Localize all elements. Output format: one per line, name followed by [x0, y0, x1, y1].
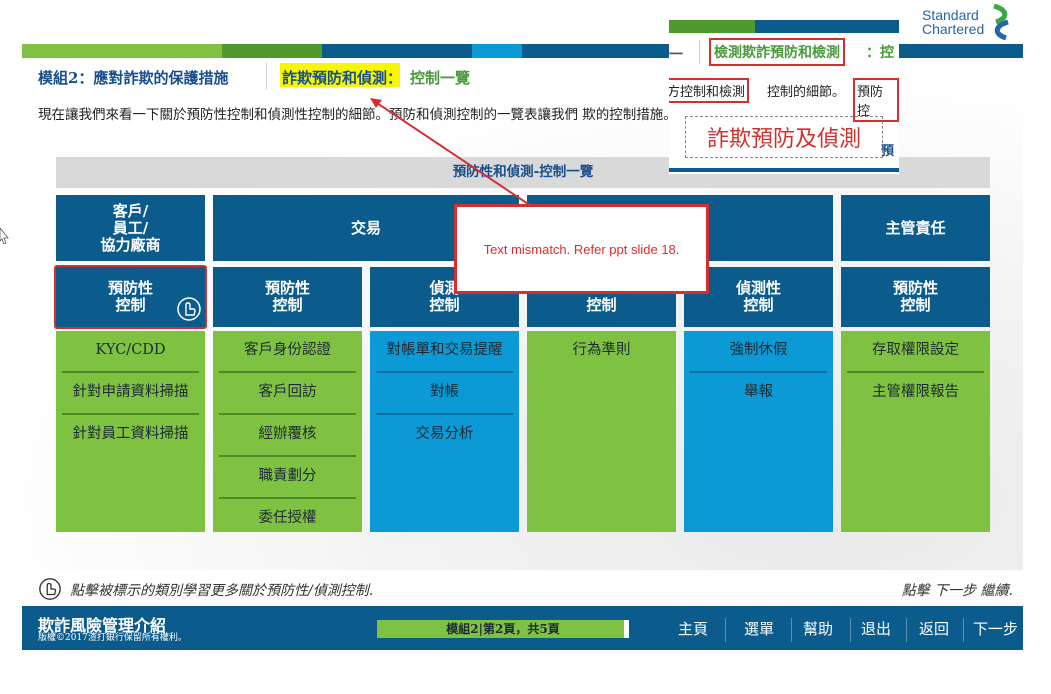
overlay-tail: 預	[881, 144, 895, 159]
subheader-label: 預防性 控制	[107, 279, 153, 314]
nav-separator	[850, 618, 851, 642]
top-stripe-green-dark	[222, 44, 322, 58]
overlay-line-mid: 控制的細節。	[767, 85, 846, 100]
intro-text: 現在讓我們來看一下關於預防性控制和偵測性控制的細節。預防和偵測控制的一覽表讓我們…	[38, 107, 677, 123]
overlay-separator	[699, 40, 700, 64]
overlay-bottom-bar	[669, 168, 899, 172]
overlay-title-suffix: ：控	[866, 45, 894, 61]
list-item: 職責劃分	[219, 457, 356, 499]
list-item: 存取權限設定	[847, 331, 984, 373]
list-item: 強制休假	[690, 331, 827, 373]
module-title: 模組2：應對詐欺的保護措施	[38, 69, 229, 87]
nav-home[interactable]: 主頁	[678, 618, 708, 639]
top-stripe-cyan	[472, 44, 522, 58]
group-customer-label: 客戶/ 員工/ 協力廠商	[100, 201, 161, 254]
nav-help[interactable]: 幫助	[803, 618, 833, 639]
hand-pointer-icon	[39, 578, 61, 600]
column-transaction-preventive: 客戶身份認證 客戶回訪 經辦覆核 職責劃分 委任授權	[213, 331, 362, 532]
list-item: KYC/CDD	[62, 331, 199, 373]
list-item: 行為準則	[572, 342, 631, 358]
top-stripe-green-light	[22, 44, 222, 58]
list-item: 對帳	[376, 373, 513, 415]
list-item: 針對申請資料掃描	[62, 373, 199, 415]
review-comment-text: Text mismatch. Refer ppt slide 18.	[483, 241, 680, 257]
subheader-supervisor-preventive[interactable]: 預防性 控制	[841, 267, 990, 327]
mouse-cursor-icon	[0, 228, 9, 244]
overlay-big-text-label: 詐欺預防及偵測	[706, 127, 861, 152]
hand-pointer-icon	[177, 297, 201, 321]
header-separator	[266, 63, 267, 89]
subheader-label: 預防性 控制	[892, 279, 938, 314]
progress-label: 模組2|第2頁，共5頁	[446, 622, 560, 636]
hint-click-next: 點擊 下一步 繼續.	[901, 583, 1013, 599]
group-supervisor-label: 主管責任	[885, 218, 946, 237]
group-transaction-label: 交易	[350, 218, 381, 237]
nav-separator	[906, 618, 907, 642]
overlay-title: 檢測欺詐預防和檢測	[714, 45, 840, 61]
topic-highlight: 詐欺預防和偵測：	[282, 69, 403, 87]
overlay-big-text: 詐欺預防及偵測	[685, 116, 883, 158]
subheader-label: 偵測性 控制	[735, 279, 781, 314]
column-transaction-detective: 對帳單和交易提醒 對帳 交易分析	[370, 331, 519, 532]
group-supervisor-responsibility: 主管責任	[841, 195, 990, 261]
column-supervisor-preventive: 存取權限設定 主管權限報告	[841, 331, 990, 532]
review-comment-callout: Text mismatch. Refer ppt slide 18.	[454, 204, 709, 294]
nav-back[interactable]: 返回	[919, 618, 949, 639]
overlay-line-right-text: 預防控	[857, 85, 884, 119]
subheader-transaction-preventive[interactable]: 預防性 控制	[213, 267, 362, 327]
list-item: 針對員工資料掃描	[72, 426, 189, 442]
column-customer-preventive: KYC/CDD 針對申請資料掃描 針對員工資料掃描	[56, 331, 205, 532]
standard-chartered-logo-icon	[993, 4, 1009, 40]
reference-overlay: ⼀ 檢測欺詐預防和檢測 ：控 方控制和檢測 控制的細節。 預防控 詐欺預防及偵測…	[669, 18, 899, 174]
top-stripe-navy	[322, 44, 472, 58]
group-customer-staff-vendor: 客戶/ 員工/ 協力廠商	[56, 195, 205, 261]
overlay-line-left-text: 方控制和檢測	[669, 85, 746, 100]
overlay-tab-fragment: ⼀	[669, 47, 683, 63]
column-responsibility-detective: 強制休假 舉報	[684, 331, 833, 532]
nav-exit[interactable]: 退出	[861, 618, 891, 639]
overlay-line-left: 方控制和檢測	[669, 78, 750, 103]
list-item: 舉報	[744, 384, 773, 400]
overlay-stripe-green	[669, 20, 755, 33]
overlay-title-box: 檢測欺詐預防和檢測	[709, 38, 845, 66]
nav-next[interactable]: 下一步	[973, 618, 1018, 639]
hint-click-category: 點擊被標示的類別學習更多關於預防性/偵測控制.	[70, 583, 374, 599]
list-item: 經辦覆核	[219, 415, 356, 457]
topic-subtitle: 控制一覽	[410, 69, 471, 87]
overlay-stripe-navy	[755, 20, 899, 33]
nav-menu[interactable]: 選單	[744, 618, 774, 639]
column-responsibility-preventive: 行為準則	[527, 331, 676, 532]
nav-separator	[725, 618, 726, 642]
nav-separator	[963, 618, 964, 642]
list-item: 對帳單和交易提醒	[376, 331, 513, 373]
list-item: 客戶回訪	[219, 373, 356, 415]
list-item: 客戶身份認證	[219, 331, 356, 373]
list-item: 交易分析	[415, 426, 474, 442]
list-item: 委任授權	[258, 510, 317, 526]
subheader-label: 預防性 控制	[264, 279, 310, 314]
progress-bar: 模組2|第2頁，共5頁	[377, 620, 629, 638]
brand-logo: Standard Chartered	[922, 7, 985, 37]
nav-separator	[791, 618, 792, 642]
copyright: 版權©2017渣打銀行保留所有權利。	[38, 633, 187, 643]
list-item: 主管權限報告	[872, 384, 959, 400]
